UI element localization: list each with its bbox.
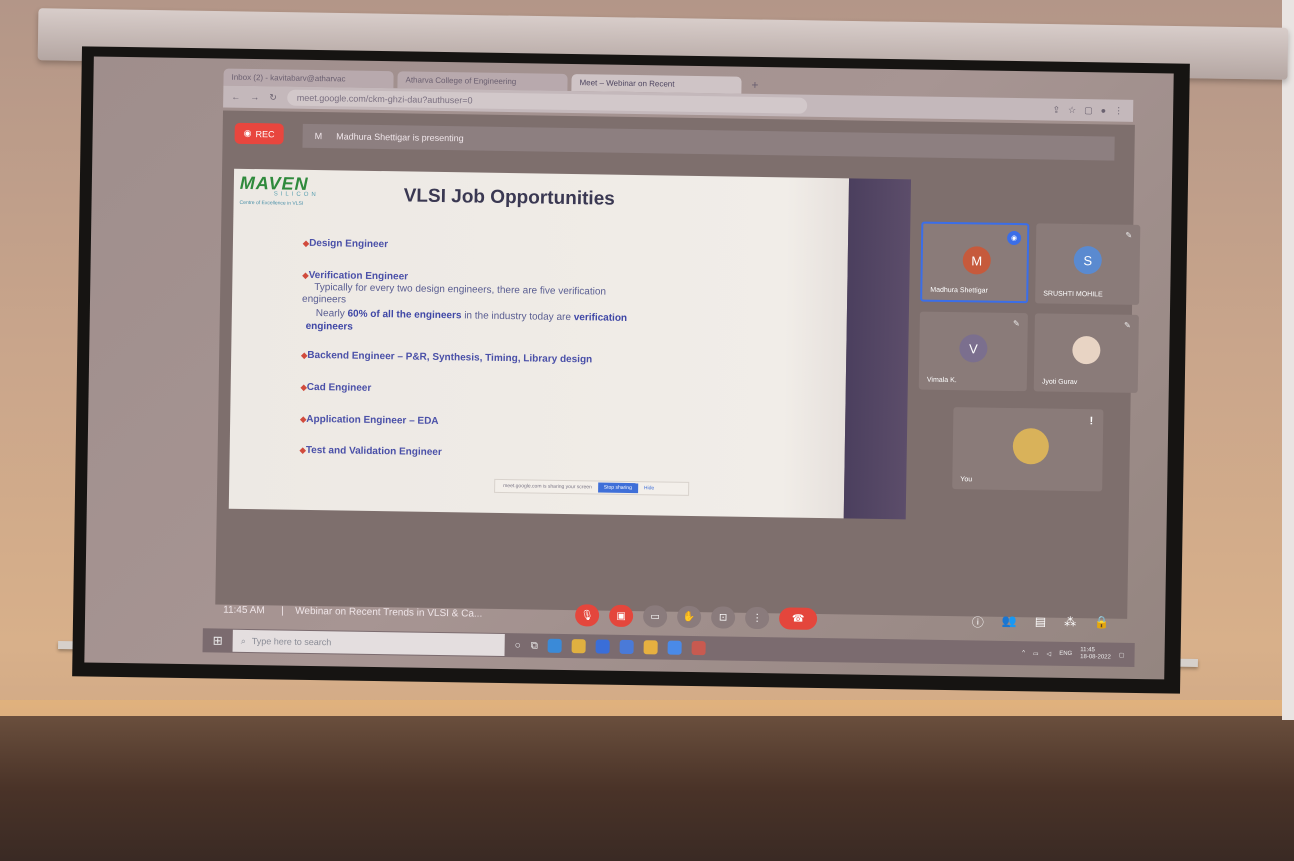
meeting-time: 11:45 AM	[223, 604, 265, 616]
record-icon: ◉	[243, 127, 252, 139]
bullet-item: ◆Backend Engineer – P&R, Synthesis, Timi…	[301, 349, 593, 366]
participant-tile[interactable]: V ✎ Vimala K.	[918, 311, 1028, 392]
menu-icon[interactable]: ⋮	[1114, 105, 1123, 116]
bullet-item: ◆Cad Engineer	[300, 381, 372, 394]
wall	[1282, 0, 1294, 720]
bullet-item: ◆Test and Validation Engineer	[299, 444, 442, 459]
volume-icon[interactable]: ◁	[1047, 650, 1052, 657]
mic-off-icon: ✎	[1125, 230, 1133, 240]
activities-icon[interactable]: ⁂	[1064, 614, 1076, 631]
avatar: M	[962, 246, 991, 275]
participant-tile[interactable]: S ✎ SRUSHTI MOHILE	[1035, 223, 1141, 305]
network-icon[interactable]: ▭	[1033, 650, 1039, 657]
participant-name: You	[960, 476, 973, 484]
slide-text: Nearly 60% of all the engineers in the i…	[315, 308, 628, 324]
end-call-button[interactable]: ☎	[778, 607, 818, 630]
windows-logo-icon[interactable]: ⊞	[213, 633, 223, 647]
slide-text: engineers	[301, 293, 347, 306]
projected-display: Inbox (2) - kavitabarv@atharvac Atharva …	[84, 56, 1174, 680]
present-button[interactable]: ⊡	[710, 606, 736, 629]
star-icon[interactable]: ☆	[1068, 104, 1076, 115]
system-tray: ^ ▭ ◁ ENG 11:45 18-08-2022 ▢	[1022, 647, 1125, 662]
bullet-item: ◆Design Engineer	[302, 237, 389, 251]
new-tab-button[interactable]: +	[745, 76, 764, 94]
participant-tile[interactable]: M ◉ Madhura Shettigar	[920, 221, 1030, 304]
address-icons: ⇪ ☆ ▢ ● ⋮	[1052, 104, 1123, 116]
slide-title: VLSI Job Opportunities	[403, 185, 615, 210]
avatar: V	[959, 334, 988, 363]
presentation-slide: MAVEN SILICON Centre of Excellence in VL…	[228, 168, 850, 519]
url-field[interactable]: meet.google.com/ckm-ghzi-dau?authuser=0	[286, 89, 807, 114]
presenting-bar: M Madhura Shettigar is presenting	[302, 123, 1115, 161]
language-indicator[interactable]: ENG	[1059, 651, 1072, 657]
bullet-item: ◆Application Engineer – EDA	[300, 413, 439, 427]
participant-name: Madhura Shettigar	[930, 286, 988, 295]
meeting-tools: ⓘ 👥 ▤ ⁂ 🔒	[972, 613, 1110, 632]
bullet-item: ◆Verification Engineer	[302, 269, 409, 283]
meeting-title: Webinar on Recent Trends in VLSI & Ca...	[295, 605, 483, 620]
sidebar-icon[interactable]: ▢	[1084, 105, 1093, 116]
slide-text: engineers	[305, 320, 353, 333]
notification-icon[interactable]: ▢	[1119, 651, 1125, 658]
hide-button[interactable]: Hide	[644, 485, 654, 491]
slide-text: Typically for every two design engineers…	[314, 282, 607, 298]
call-controls: 🎙 ▣ ▭ ✋ ⊡ ⋮ ☎	[574, 604, 818, 630]
edge-icon[interactable]	[547, 638, 563, 653]
recording-badge: ◉ REC	[234, 122, 284, 145]
presenter-initial: M	[314, 131, 323, 142]
share-text: meet.google.com is sharing your screen	[503, 483, 592, 491]
mic-off-icon: ✎	[1123, 320, 1131, 330]
up-arrow-icon[interactable]: ^	[1022, 650, 1025, 656]
explorer-icon[interactable]	[571, 639, 587, 654]
participant-name: Vimala K.	[926, 376, 957, 385]
screen-share-bar: meet.google.com is sharing your screen S…	[494, 478, 690, 496]
self-tile[interactable]: ! You	[952, 407, 1104, 492]
search-icon: ⌕	[240, 635, 246, 646]
speaking-icon: ◉	[1007, 230, 1022, 246]
avatar-photo	[1072, 335, 1101, 365]
floor	[0, 716, 1294, 861]
info-icon[interactable]: ⓘ	[972, 613, 984, 630]
captions-button[interactable]: ▭	[642, 605, 668, 628]
participant-name: SRUSHTI MOHILE	[1043, 290, 1103, 299]
stop-sharing-button[interactable]: Stop sharing	[597, 482, 638, 494]
people-icon[interactable]: 👥	[1002, 613, 1017, 630]
projector-screen: Inbox (2) - kavitabarv@atharvac Atharva …	[72, 46, 1190, 694]
mic-button[interactable]: 🎙	[574, 604, 600, 627]
alert-icon: !	[1089, 415, 1094, 428]
mic-off-icon: ✎	[1013, 318, 1020, 329]
chrome-icon[interactable]	[643, 640, 659, 655]
mail-icon[interactable]	[667, 640, 683, 655]
app-icon[interactable]	[619, 639, 635, 655]
logo-tagline: Centre of Excellence in VLSI	[239, 199, 304, 207]
task-view-icon[interactable]: ⧉	[531, 640, 538, 651]
avatar-photo	[1012, 428, 1050, 465]
participant-name: Jyoti Gurav	[1041, 378, 1078, 387]
reload-icon[interactable]: ↻	[269, 92, 277, 103]
lock-icon[interactable]: 🔒	[1094, 615, 1109, 632]
forward-icon[interactable]: →	[250, 92, 259, 102]
separator: |	[281, 605, 284, 617]
chat-icon[interactable]: ▤	[1035, 614, 1047, 631]
slide-margin	[843, 178, 912, 520]
participant-tile[interactable]: ✎ Jyoti Gurav	[1033, 313, 1139, 393]
profile-icon[interactable]: ●	[1101, 105, 1107, 116]
back-icon[interactable]: ←	[231, 92, 240, 102]
store-icon[interactable]	[595, 639, 611, 654]
avatar: S	[1073, 245, 1102, 275]
share-icon[interactable]: ⇪	[1052, 104, 1060, 115]
presenting-text: Madhura Shettigar is presenting	[336, 131, 464, 144]
camera-button[interactable]: ▣	[608, 604, 634, 628]
raise-hand-button[interactable]: ✋	[676, 605, 702, 629]
meet-window: ◉ REC M Madhura Shettigar is presenting …	[215, 110, 1141, 619]
more-options-button[interactable]: ⋮	[744, 606, 770, 630]
chrome-active-icon[interactable]	[691, 640, 706, 656]
clock[interactable]: 11:45 18-08-2022	[1080, 647, 1111, 661]
cortana-icon[interactable]: ○	[515, 640, 521, 651]
search-placeholder: Type here to search	[251, 636, 332, 648]
taskbar-search[interactable]: ⌕ Type here to search	[232, 629, 505, 657]
logo-subtitle: SILICON	[273, 191, 319, 199]
rec-label: REC	[255, 128, 275, 139]
